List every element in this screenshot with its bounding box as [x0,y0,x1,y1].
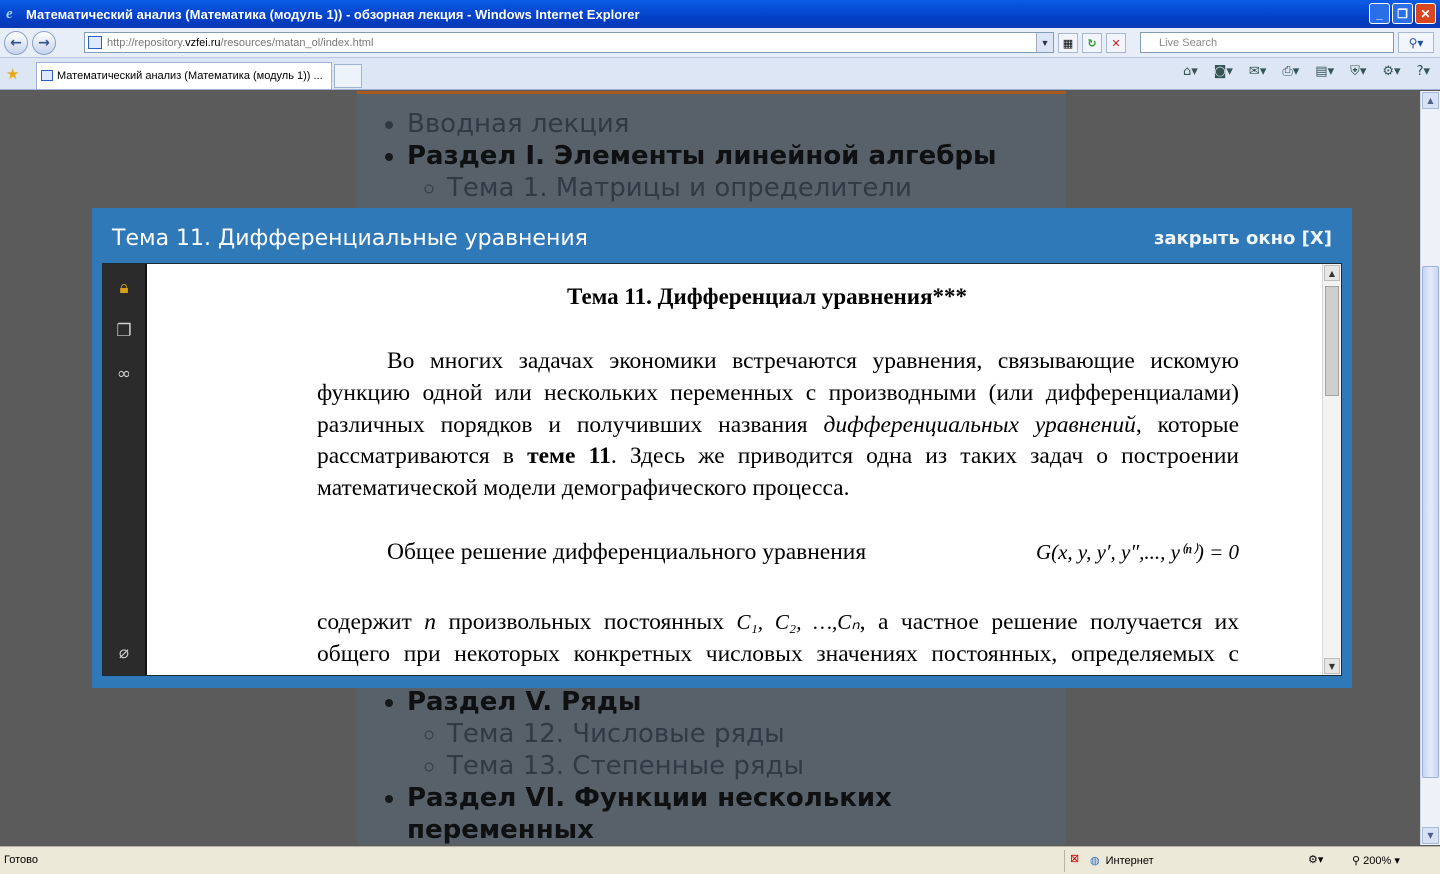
page-icon [88,36,102,49]
back-button[interactable]: ← [4,30,28,55]
top-list: Вводная лекция Раздел I. Элементы линейн… [357,108,1066,204]
refresh-icon[interactable]: ↻ [1082,33,1102,53]
paragraph-2: Общее решение дифференциального уравнени… [317,537,1239,569]
tab-page-icon [41,70,53,81]
document-heading: Тема 11. Дифференциал уравнения*** [567,284,968,309]
new-tab-button[interactable] [334,64,362,88]
zone-indicator[interactable]: ◍ Интернет [1090,854,1154,868]
bottom-list: Раздел V. Ряды Тема 12. Числовые ряды Те… [357,686,967,845]
status-divider [1064,850,1065,872]
modal-window: Тема 11. Дифференциальные уравнения закр… [92,208,1352,688]
binoculars-icon[interactable]: ∞ [112,362,136,386]
stop-icon[interactable]: ✕ [1106,33,1126,53]
lock-icon[interactable]: 🔒︎ [112,276,136,300]
page-menu-icon[interactable]: ▤▾ [1315,64,1334,79]
list-item-topic-13[interactable]: Тема 13. Степенные ряды [447,750,967,782]
viewer-scroll-down[interactable]: ▼ [1324,658,1340,674]
browser-tab[interactable]: Математический анализ (Математика (модул… [36,62,332,89]
window-titlebar: e Математический анализ (Математика (мод… [0,0,1440,28]
viewer-scrollbar[interactable]: ▲ ▼ [1322,264,1341,675]
address-tools: ▦ ↻ ✕ [1058,33,1126,53]
minimize-button[interactable]: _ [1369,3,1390,24]
command-bar: ⌂▾ ◙▾ ✉▾ ⎙▾ ▤▾ ⛨▾ ⚙▾ ?▾ [1183,64,1430,79]
address-suffix: /resources/matan_ol/index.html [220,36,374,49]
tab-bar: ★ Математический анализ (Математика (мод… [0,58,1440,90]
feeds-icon[interactable]: ◙▾ [1214,64,1233,79]
status-text: Готово [4,854,38,866]
viewer-scroll-up[interactable]: ▲ [1324,265,1340,281]
tools-gear-icon[interactable]: ⚙▾ [1382,64,1400,79]
globe-icon: ◍ [1090,855,1100,867]
window-controls: _ ❐ ✕ [1369,3,1436,24]
list-item-intro[interactable]: Вводная лекция [407,108,1066,140]
address-toolbar: ← → http://repository. vzfei.ru/resources… [0,28,1440,58]
address-prefix: http://repository. [107,36,186,49]
zoom-icon: ⚲ [1352,855,1364,867]
zoom-text: 200% [1363,855,1392,867]
forward-arrow-icon: → [38,34,50,51]
pages-icon[interactable]: ❐ [112,319,136,343]
window-title: Математический анализ (Математика (модул… [26,6,640,22]
list-item-topic-1[interactable]: Тема 1. Матрицы и определители [447,172,1066,204]
paragraph-1: Во многих задачах экономики встречаются … [317,348,1240,502]
address-dropdown-button[interactable]: ▼ [1036,33,1053,52]
tab-title: Математический анализ (Математика (модул… [57,70,323,82]
list-item-section-5[interactable]: Раздел V. Ряды Тема 12. Числовые ряды Те… [407,686,967,782]
pdf-viewer: 🔒︎ ❐ ∞ ⌀ Тема 11. Дифференциал уравнения… [102,263,1342,676]
page-scrollbar[interactable]: ▲ ▼ [1420,91,1440,845]
close-window-button[interactable]: ✕ [1415,3,1436,24]
list-item-section-1[interactable]: Раздел I. Элементы линейной алгебры Тема… [407,140,1066,204]
favorites-star-icon[interactable]: ★ [6,65,19,83]
maximize-button[interactable]: ❐ [1392,3,1413,24]
equation-formula: G(x, y, y′, y″,..., y⁽ⁿ⁾) = 0 [1035,540,1239,564]
protected-mode-icon[interactable]: ⚙▾ [1308,853,1323,866]
scroll-down-button[interactable]: ▼ [1422,827,1439,844]
attachment-icon[interactable]: ⌀ [112,641,136,665]
scroll-thumb[interactable] [1422,266,1439,778]
mail-icon[interactable]: ✉▾ [1249,64,1266,79]
document-page: Тема 11. Дифференциал уравнения*** Во мн… [147,264,1324,675]
home-icon[interactable]: ⌂▾ [1183,64,1198,79]
address-domain: vzfei.ru [185,36,221,49]
modal-title: Тема 11. Дифференциальные уравнения [112,226,588,251]
list-item-section-6[interactable]: Раздел VI. Функции нескольких переменных [407,782,967,845]
paragraph-3: содержит n произвольных постоянных C₁, C… [317,609,1239,675]
back-arrow-icon: ← [10,34,22,51]
viewer-scroll-thumb[interactable] [1325,286,1339,396]
popup-blocked-icon[interactable]: ⊠ [1070,852,1079,865]
constants-formula: C₁, C₂, …,Cₙ [736,610,860,634]
ie-logo-icon: e [6,6,13,22]
search-icon: ⚲▾ [1408,35,1424,50]
zone-text: Интернет [1105,854,1154,867]
viewer-sidebar: 🔒︎ ❐ ∞ ⌀ [103,264,147,675]
zoom-level[interactable]: ⚲ 200% ▾ [1352,854,1400,867]
safety-icon[interactable]: ⛨▾ [1350,64,1366,79]
search-button[interactable]: ⚲▾ [1398,32,1434,53]
address-input[interactable]: http://repository. vzfei.ru/resources/mat… [84,32,1054,53]
help-icon[interactable]: ?▾ [1417,64,1430,79]
forward-button[interactable]: → [32,30,56,55]
search-input[interactable]: Live Search [1140,32,1394,53]
status-bar: Готово ⊠ ◍ Интернет ⚙▾ ⚲ 200% ▾ [0,846,1440,874]
print-icon[interactable]: ⎙▾ [1282,64,1299,79]
scroll-up-button[interactable]: ▲ [1422,92,1439,109]
compatibility-icon[interactable]: ▦ [1058,33,1078,53]
modal-close-link[interactable]: закрыть окно [X] [1154,228,1332,249]
list-item-topic-12[interactable]: Тема 12. Числовые ряды [447,718,967,750]
